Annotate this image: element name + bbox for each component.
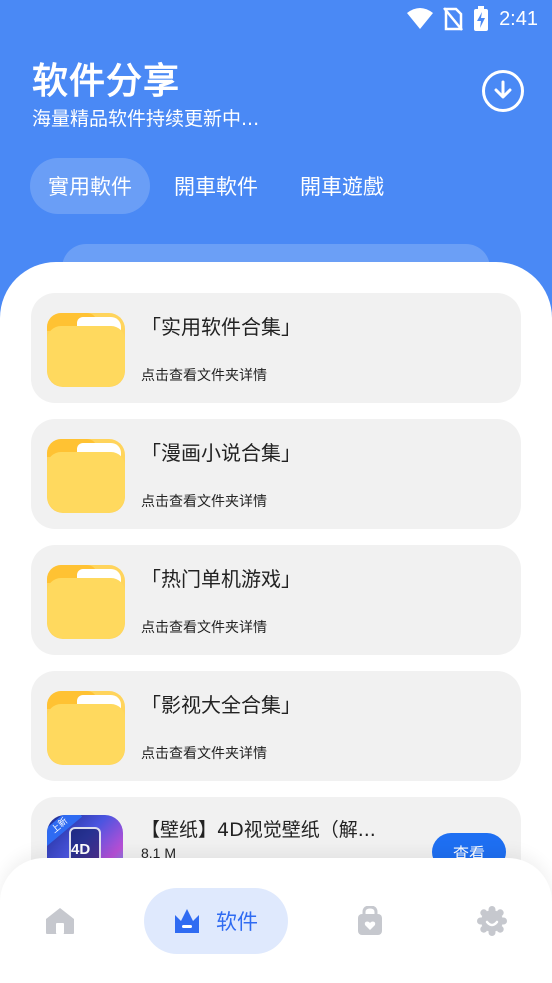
folder-icon (47, 313, 125, 387)
app-title: 【壁纸】4D视觉壁纸（解... (141, 819, 376, 841)
folder-title: 「热门单机游戏」 (141, 567, 301, 591)
bottom-nav: 软件 (0, 858, 552, 983)
folder-card[interactable]: 「实用软件合集」 点击查看文件夹详情 (31, 293, 521, 403)
folder-subtitle: 点击查看文件夹详情 (141, 620, 267, 636)
settings-icon (477, 906, 507, 936)
nav-shop[interactable] (340, 888, 400, 954)
folder-list: 「实用软件合集」 点击查看文件夹详情 「漫画小说合集」 点击查看文件夹详情 「热… (31, 293, 521, 923)
nav-settings[interactable] (462, 888, 522, 954)
folder-title: 「实用软件合集」 (141, 315, 301, 339)
category-tabs: 實用軟件 開車軟件 開車遊戲 (30, 158, 402, 214)
download-icon (494, 80, 512, 99)
nav-software[interactable]: 软件 (144, 888, 288, 954)
status-icons: 2:41 (407, 6, 538, 32)
status-bar: 2:41 (0, 0, 552, 40)
folder-icon (47, 565, 125, 639)
home-icon (46, 908, 74, 934)
folder-subtitle: 点击查看文件夹详情 (141, 494, 267, 510)
page-subtitle: 海量精品软件持续更新中... (32, 108, 260, 130)
download-button[interactable] (482, 70, 524, 112)
software-icon (175, 909, 199, 933)
folder-subtitle: 点击查看文件夹详情 (141, 746, 267, 762)
folder-icon (47, 439, 125, 513)
folder-card[interactable]: 「漫画小说合集」 点击查看文件夹详情 (31, 419, 521, 529)
folder-title: 「漫画小说合集」 (141, 441, 301, 465)
status-time: 2:41 (499, 7, 538, 30)
folder-icon (47, 691, 125, 765)
no-sim-icon (443, 7, 464, 31)
page-title: 软件分享 (32, 61, 181, 102)
wifi-icon (407, 8, 434, 29)
nav-home[interactable] (30, 888, 90, 954)
bag-icon (358, 906, 382, 935)
folder-subtitle: 点击查看文件夹详情 (141, 368, 267, 384)
app-icon-badge: 4D (71, 841, 91, 858)
folder-card[interactable]: 「热门单机游戏」 点击查看文件夹详情 (31, 545, 521, 655)
tab-driving-software[interactable]: 開車軟件 (156, 158, 276, 214)
folder-card[interactable]: 「影视大全合集」 点击查看文件夹详情 (31, 671, 521, 781)
tab-practical-software[interactable]: 實用軟件 (30, 158, 150, 214)
nav-software-label: 软件 (216, 910, 258, 934)
tab-driving-games[interactable]: 開車遊戲 (282, 158, 402, 214)
battery-icon (474, 6, 489, 31)
folder-title: 「影视大全合集」 (141, 693, 301, 717)
